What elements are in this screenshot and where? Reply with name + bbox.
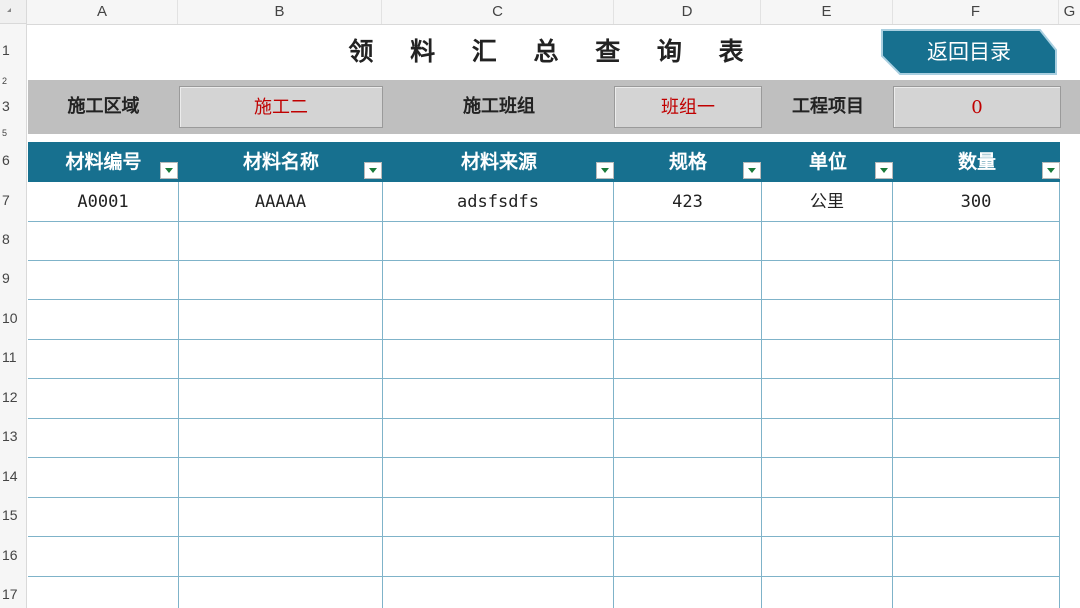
row-number[interactable]: 14 (0, 468, 26, 484)
header-material-code: 材料编号 (65, 151, 142, 173)
grid-divider (1059, 182, 1060, 608)
cell-quantity[interactable]: 300 (893, 183, 1059, 222)
corner-triangle-icon (2, 8, 11, 12)
grid-divider (178, 182, 179, 608)
header-spec: 规格 (668, 151, 707, 173)
row-number[interactable]: 9 (0, 270, 26, 286)
header-quantity: 数量 (957, 151, 996, 173)
header-material-source: 材料来源 (460, 151, 537, 173)
grid-divider (613, 182, 614, 608)
filter-dropdown-icon[interactable] (743, 162, 761, 179)
row-number[interactable]: 1 (0, 42, 26, 58)
column-header-a[interactable]: A (27, 0, 178, 24)
filter-value-project[interactable]: 0 (893, 86, 1061, 128)
filter-label-area: 施工区域 (67, 96, 140, 117)
grid-divider (382, 182, 383, 608)
cell-unit[interactable]: 公里 (762, 183, 892, 222)
grid-divider (28, 339, 1060, 340)
row-number[interactable]: 6 (0, 152, 26, 168)
row-number[interactable]: 13 (0, 428, 26, 444)
select-all-corner[interactable] (0, 0, 27, 24)
grid-divider (28, 418, 1060, 419)
row-number[interactable]: 3 (0, 98, 26, 114)
grid-divider (761, 182, 762, 608)
row-number[interactable]: 8 (0, 231, 26, 247)
column-header-d[interactable]: D (614, 0, 761, 24)
back-to-index-button[interactable]: 返回目录 (880, 28, 1058, 76)
grid-divider (28, 299, 1060, 300)
filter-dropdown-icon[interactable] (1042, 162, 1060, 179)
row-number[interactable]: 15 (0, 507, 26, 523)
cell-spec[interactable]: 423 (614, 183, 761, 222)
row-number[interactable]: 16 (0, 547, 26, 563)
row-number[interactable]: 11 (0, 349, 26, 365)
filter-value-team[interactable]: 班组一 (614, 86, 762, 128)
row-number[interactable]: 10 (0, 310, 26, 326)
back-button-label: 返回目录 (927, 40, 1011, 64)
header-material-name: 材料名称 (242, 151, 319, 173)
filter-dropdown-icon[interactable] (160, 162, 178, 179)
grid-divider (28, 378, 1060, 379)
grid-divider (28, 536, 1060, 537)
row-number[interactable]: 5 (0, 128, 26, 138)
cell-material-code[interactable]: A0001 (28, 183, 178, 222)
column-header-e[interactable]: E (761, 0, 893, 24)
filter-dropdown-icon[interactable] (596, 162, 614, 179)
row-header-bar: 1 2 3 5 6 7 8 9 10 11 12 13 14 15 16 17 (0, 24, 27, 608)
filter-dropdown-icon[interactable] (364, 162, 382, 179)
column-header-bar: A B C D E F G (27, 0, 1080, 25)
filter-dropdown-icon[interactable] (875, 162, 893, 179)
filter-label-project: 工程项目 (792, 96, 864, 117)
cell-material-source[interactable]: adsfsdfs (383, 183, 613, 222)
row-number[interactable]: 7 (0, 192, 26, 208)
column-header-b[interactable]: B (178, 0, 382, 24)
cell-material-name[interactable]: AAAAA (179, 183, 382, 222)
grid-divider (28, 260, 1060, 261)
filter-label-team: 施工班组 (463, 96, 535, 117)
grid-divider (28, 576, 1060, 577)
row-number[interactable]: 2 (0, 76, 26, 86)
grid-divider (28, 497, 1060, 498)
grid-divider (28, 457, 1060, 458)
grid-divider (892, 182, 893, 608)
filter-value-area[interactable]: 施工二 (179, 86, 383, 128)
row-number[interactable]: 17 (0, 586, 26, 602)
column-header-c[interactable]: C (382, 0, 614, 24)
row-number[interactable]: 12 (0, 389, 26, 405)
column-header-f[interactable]: F (893, 0, 1059, 24)
column-header-g[interactable]: G (1059, 0, 1080, 24)
spreadsheet: A B C D E F G 1 2 3 5 6 7 8 9 10 11 12 1… (0, 0, 1080, 608)
